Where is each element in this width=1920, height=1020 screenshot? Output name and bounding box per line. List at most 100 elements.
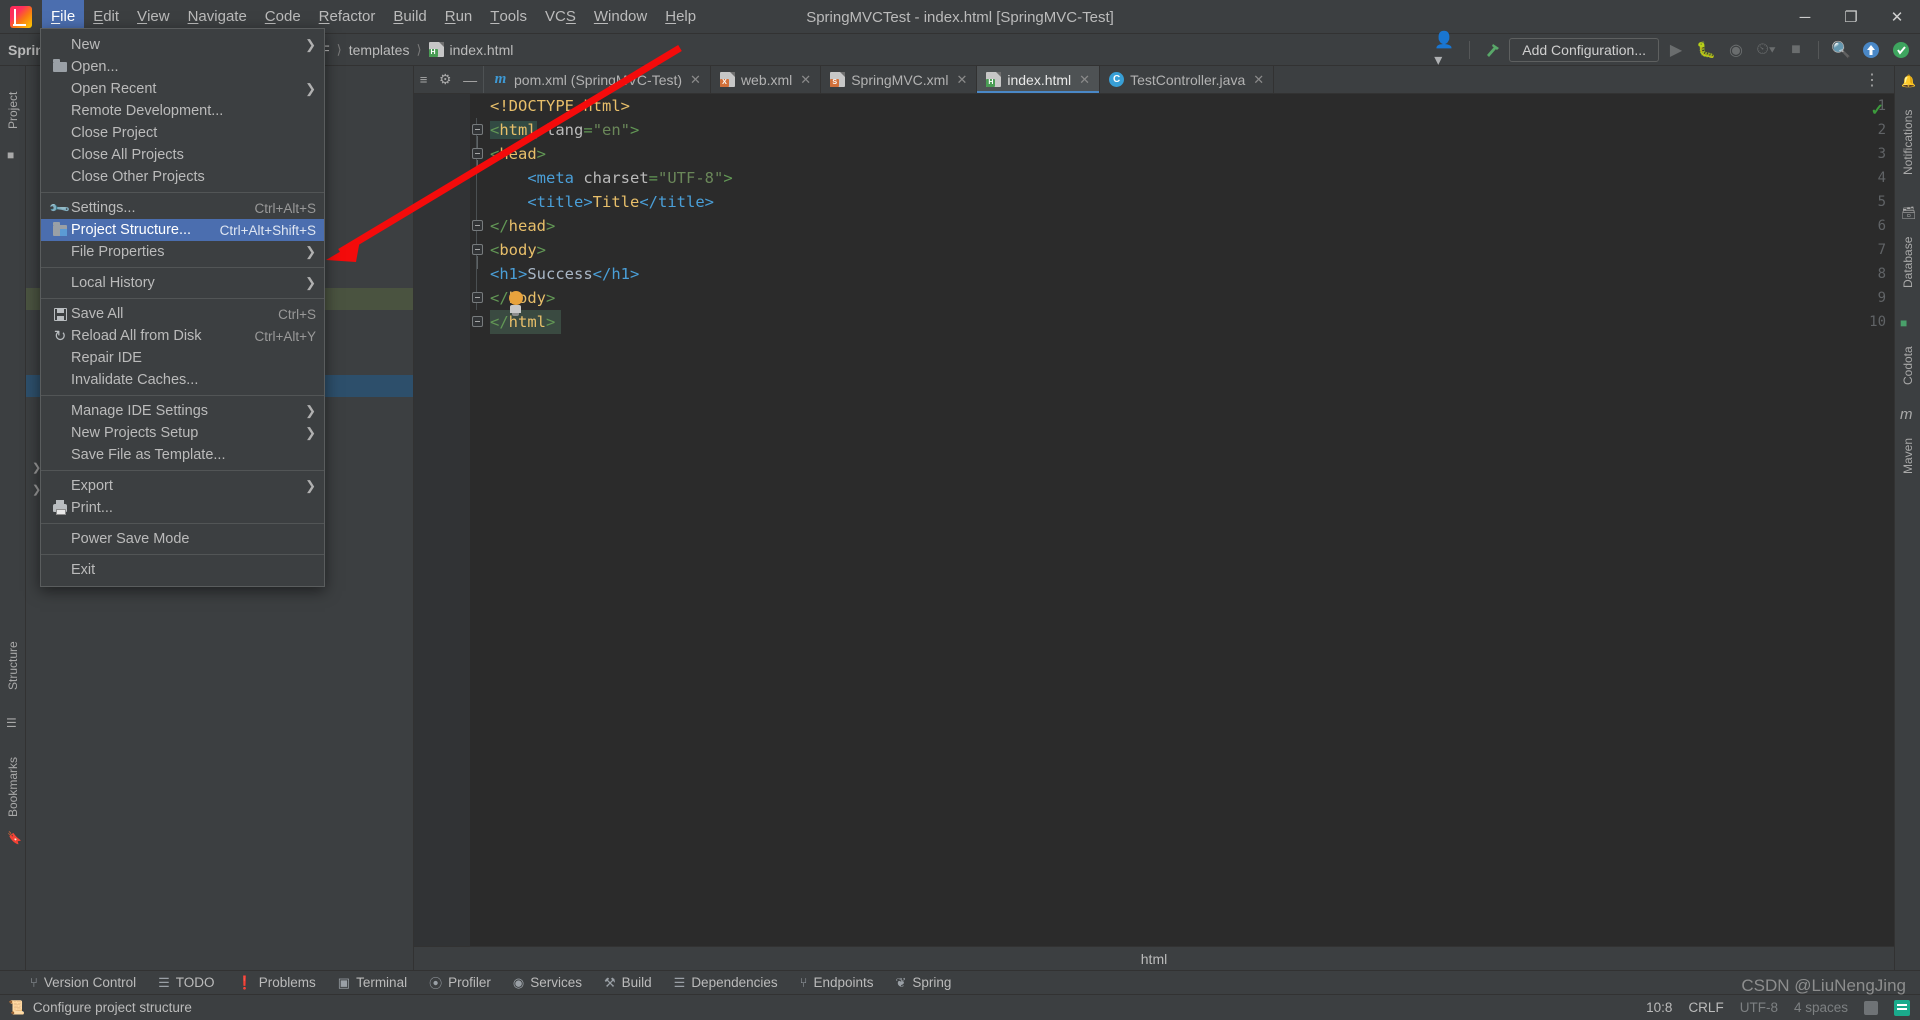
indent-setting[interactable]: 4 spaces (1794, 1000, 1848, 1015)
update-icon[interactable] (1858, 37, 1884, 63)
menu-item-local-history[interactable]: Local History ❯ (41, 272, 324, 294)
file-encoding[interactable]: UTF-8 (1740, 1000, 1778, 1015)
menu-item-open-recent[interactable]: Open Recent ❯ (41, 78, 324, 100)
bell-icon[interactable]: 🔔 (1901, 74, 1916, 88)
editor-tab-springmvc-xml[interactable]: S SpringMVC.xml ✕ (821, 66, 978, 93)
status-message-group[interactable]: 📜 Configure project structure (0, 1000, 192, 1016)
bottom-tool-services[interactable]: ◉ Services (513, 975, 582, 991)
add-configuration-button[interactable]: Add Configuration... (1509, 38, 1659, 62)
fold-marker[interactable] (472, 220, 483, 231)
menu-item-manage-ide-settings[interactable]: Manage IDE Settings ❯ (41, 400, 324, 422)
breadcrumb-templates[interactable]: templates (349, 42, 410, 58)
read-only-icon[interactable] (1864, 1000, 1878, 1015)
codota-icon[interactable]: ■ (1900, 316, 1907, 330)
bottom-tool-problems[interactable]: ❗ Problems (237, 975, 316, 991)
menu-item-save-file-as-template[interactable]: Save File as Template... (41, 444, 324, 466)
stripe-item-structure[interactable]: Structure (0, 626, 26, 706)
bottom-tool-todo[interactable]: ☰ TODO (158, 975, 214, 991)
fold-marker[interactable] (472, 292, 483, 303)
menu-help[interactable]: Help (656, 0, 705, 34)
bottom-tool-build[interactable]: ⚒ Build (604, 975, 652, 991)
maven-icon[interactable]: m (1900, 406, 1913, 423)
editor-bottom-breadcrumb[interactable]: html (414, 946, 1894, 970)
line-separator[interactable]: CRLF (1688, 1000, 1723, 1015)
structure-icon[interactable]: ☰ (6, 716, 17, 730)
ide-assistant-badge[interactable] (1894, 999, 1910, 1016)
bottom-tool-version-control[interactable]: ⑂ Version Control (30, 975, 136, 990)
search-icon[interactable]: 🔍 (1828, 37, 1854, 63)
stripe-item-project[interactable]: Project (0, 80, 26, 140)
editor-tab-web-xml[interactable]: Xweb.xml ✕ (711, 66, 822, 93)
menu-item-export[interactable]: Export ❯ (41, 475, 324, 497)
hide-icon[interactable]: — (463, 72, 477, 88)
minimize-button[interactable]: ─ (1782, 0, 1828, 34)
menu-item-exit[interactable]: Exit (41, 559, 324, 581)
editor-tab-pom-xml[interactable]: m pom.xml (SpringMVC-Test) ✕ (484, 66, 711, 93)
breadcrumb-project[interactable]: Sprin (8, 42, 44, 58)
menu-item-settings[interactable]: 🔧 Settings... Ctrl+Alt+S (41, 196, 324, 219)
commit-icon[interactable]: ■ (7, 148, 14, 162)
database-icon[interactable]: 🗃 (1901, 206, 1916, 220)
stripe-item-notifications[interactable]: Notifications (1895, 92, 1920, 192)
tab-options-icon[interactable]: ⋮ (1852, 66, 1894, 93)
menu-item-reload-all-from-disk[interactable]: ↻ Reload All from Disk Ctrl+Alt+Y (41, 325, 324, 347)
breadcrumb-file[interactable]: index.html (450, 42, 514, 58)
menu-item-close-all-projects[interactable]: Close All Projects (41, 144, 324, 166)
editor-tab-testcontroller-java[interactable]: C TestController.java ✕ (1100, 66, 1275, 93)
menu-item-power-save-mode[interactable]: Power Save Mode (41, 528, 324, 550)
collapse-all-icon[interactable]: ≡ (420, 72, 428, 87)
menu-item-new-projects-setup[interactable]: New Projects Setup ❯ (41, 422, 324, 444)
stripe-item-maven[interactable]: Maven (1895, 426, 1920, 486)
close-tab-icon[interactable]: ✕ (1079, 72, 1090, 88)
menu-item-new[interactable]: New ❯ (41, 34, 324, 56)
menu-run[interactable]: Run (436, 0, 482, 34)
menu-tools[interactable]: Tools (481, 0, 536, 34)
file-menu-popup[interactable]: New ❯ Open... Open Recent ❯ Remote Developmen… (40, 28, 325, 587)
menu-item-file-properties[interactable]: File Properties ❯ (41, 241, 324, 263)
bottom-tool-spring[interactable]: ❦ Spring (896, 975, 952, 991)
ide-assistant-icon[interactable] (1888, 37, 1914, 63)
bottom-tool-dependencies[interactable]: ☰ Dependencies (674, 975, 778, 991)
debug-icon[interactable]: 🐛 (1693, 37, 1719, 63)
menu-item-save-all[interactable]: Save All Ctrl+S (41, 303, 324, 325)
menu-item-repair-ide[interactable]: Repair IDE (41, 347, 324, 369)
stripe-item-database[interactable]: Database (1895, 224, 1920, 300)
editor-tab-index-html[interactable]: Hindex.html ✕ (977, 66, 1101, 93)
close-tab-icon[interactable]: ✕ (800, 72, 811, 88)
menu-item-open[interactable]: Open... (41, 56, 324, 78)
close-tab-icon[interactable]: ✕ (690, 72, 701, 88)
gear-icon[interactable]: ⚙ (439, 71, 452, 88)
fold-marker[interactable] (472, 316, 483, 327)
breadcrumb-path[interactable]: lF ⟩ templates ⟩ H index.html (318, 42, 513, 58)
maximize-button[interactable]: ❐ (1828, 0, 1874, 34)
menu-item-invalidate-caches[interactable]: Invalidate Caches... (41, 369, 324, 391)
bookmark-icon[interactable]: 🔖 (7, 831, 22, 845)
fold-marker[interactable] (472, 148, 483, 173)
menu-item-print[interactable]: Print... (41, 497, 324, 519)
caret-position[interactable]: 10:8 (1646, 1000, 1672, 1015)
run-icon[interactable]: ▶ (1663, 37, 1689, 63)
stop-icon[interactable]: ■ (1783, 37, 1809, 63)
profile-icon[interactable]: ⏲▾ (1753, 37, 1779, 63)
user-dropdown-icon[interactable]: 👤▾ (1434, 32, 1460, 69)
menu-item-close-project[interactable]: Close Project (41, 122, 324, 144)
stripe-item-codota[interactable]: Codota (1895, 334, 1920, 398)
inspection-status-icon[interactable]: ✓ (1871, 100, 1884, 120)
bottom-tool-endpoints[interactable]: ⑂ Endpoints (800, 975, 874, 990)
run-coverage-icon[interactable]: ◉ (1723, 37, 1749, 63)
breadcrumb[interactable]: Sprin (0, 42, 44, 58)
close-tab-icon[interactable]: ✕ (1253, 72, 1264, 88)
hammer-build-icon[interactable] (1479, 37, 1505, 63)
fold-marker[interactable] (472, 244, 483, 269)
bottom-tool-terminal[interactable]: ▣ Terminal (338, 975, 407, 991)
intention-bulb-icon[interactable] (510, 305, 521, 316)
bottom-tool-profiler[interactable]: ⦿ Profiler (429, 973, 491, 992)
close-button[interactable]: ✕ (1874, 0, 1920, 34)
code-editor[interactable]: 1 2 3 4 5 6 7 8 9 10 <!DOCTYPE html> <html lang="… (414, 94, 1894, 970)
menu-build[interactable]: Build (384, 0, 435, 34)
menu-vcs[interactable]: VC S (536, 0, 585, 34)
editor-gutter[interactable] (414, 94, 470, 970)
fold-marker[interactable] (472, 124, 483, 149)
menu-window[interactable]: Window (585, 0, 656, 34)
menu-item-remote-development[interactable]: Remote Development... (41, 100, 324, 122)
